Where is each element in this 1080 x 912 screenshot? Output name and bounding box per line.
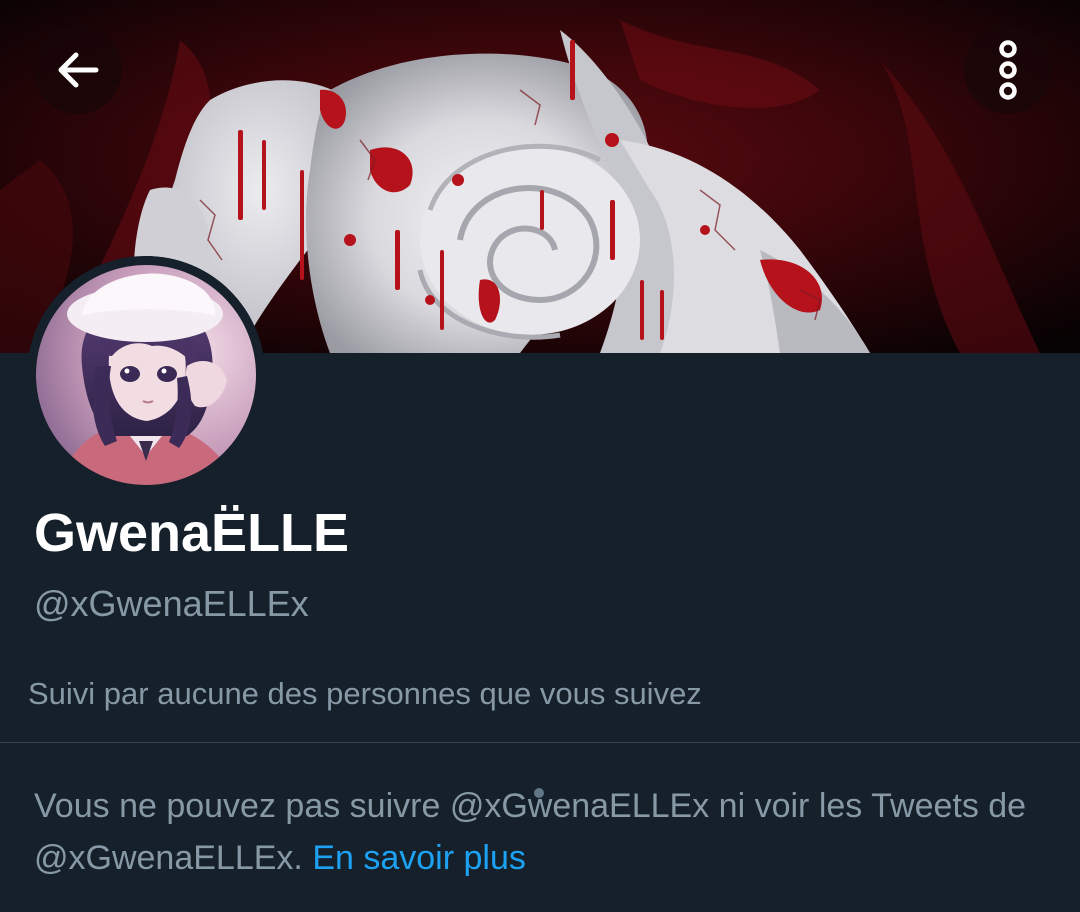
arrow-left-icon xyxy=(58,52,99,88)
section-divider xyxy=(0,742,1080,743)
learn-more-link[interactable]: En savoir plus xyxy=(312,839,526,877)
avatar-anime-illustration xyxy=(27,256,265,494)
profile-avatar[interactable] xyxy=(27,256,265,494)
profile-handle: @xGwenaELLEx xyxy=(34,583,309,624)
touch-indicator xyxy=(534,788,544,798)
back-button[interactable] xyxy=(34,26,122,114)
followed-by-text: Suivi par aucune des personnes que vous … xyxy=(28,676,702,711)
profile-display-name: GwenaËLLE xyxy=(34,503,350,563)
more-options-button[interactable] xyxy=(964,26,1052,114)
more-vertical-icon xyxy=(999,40,1017,100)
blocked-notice-text: Vous ne pouvez pas suivre @xGwenaELLEx n… xyxy=(34,787,1027,877)
profile-screen: GwenaËLLE @xGwenaELLEx Suivi par aucune … xyxy=(0,0,1080,912)
